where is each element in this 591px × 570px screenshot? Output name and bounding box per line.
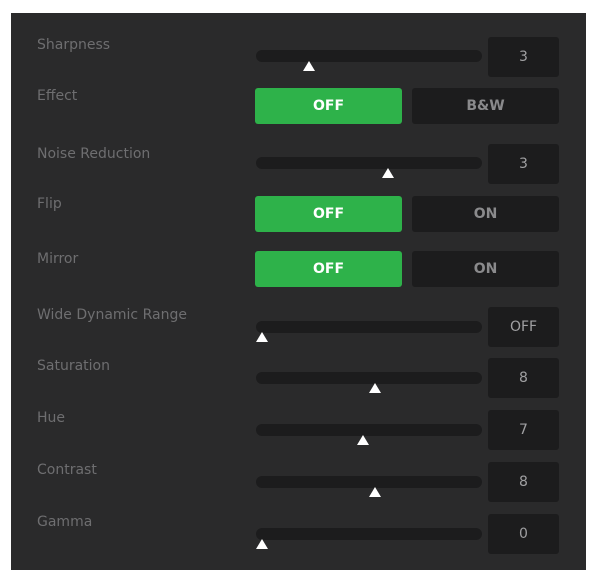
effect-off-button[interactable]: OFF [255,88,402,124]
effect-row: Effect OFF B&W [11,88,586,128]
hue-label: Hue [37,410,66,426]
flip-label: Flip [37,196,62,212]
sharpness-slider-track[interactable] [256,50,482,62]
wide-dynamic-range-row: Wide Dynamic Range OFF [11,307,586,347]
sharpness-slider-thumb[interactable] [303,61,316,71]
wide-dynamic-range-label: Wide Dynamic Range [37,307,187,323]
saturation-slider-thumb[interactable] [369,383,382,393]
hue-row: Hue 7 [11,410,586,450]
gamma-value[interactable]: 0 [488,514,559,554]
noise-reduction-row: Noise Reduction 3 [11,144,586,186]
mirror-off-button[interactable]: OFF [255,251,402,287]
noise-reduction-slider-track[interactable] [256,157,482,169]
noise-reduction-label: Noise Reduction [37,146,151,162]
saturation-row: Saturation 8 [11,358,586,398]
gamma-slider-thumb[interactable] [256,539,268,549]
wide-dynamic-range-slider-track[interactable] [256,321,482,333]
camera-settings-panel: Sharpness 3 Effect OFF B&W Noise Reducti… [11,13,586,570]
noise-reduction-value[interactable]: 3 [488,144,559,184]
noise-reduction-slider-thumb[interactable] [382,168,395,178]
gamma-row: Gamma 0 [11,514,586,554]
sharpness-row: Sharpness 3 [11,37,586,77]
contrast-row: Contrast 8 [11,462,586,502]
flip-off-button[interactable]: OFF [255,196,402,232]
saturation-label: Saturation [37,358,110,374]
effect-label: Effect [37,88,78,104]
flip-on-button[interactable]: ON [412,196,559,232]
contrast-slider-thumb[interactable] [369,487,382,497]
effect-bw-button[interactable]: B&W [412,88,559,124]
wide-dynamic-range-slider-thumb[interactable] [256,332,268,342]
saturation-value[interactable]: 8 [488,358,559,398]
hue-slider-thumb[interactable] [356,435,369,445]
sharpness-value[interactable]: 3 [488,37,559,77]
gamma-label: Gamma [37,514,93,530]
mirror-on-button[interactable]: ON [412,251,559,287]
contrast-label: Contrast [37,462,97,478]
mirror-row: Mirror OFF ON [11,251,586,291]
wide-dynamic-range-value[interactable]: OFF [488,307,559,347]
flip-row: Flip OFF ON [11,196,586,236]
sharpness-label: Sharpness [37,37,111,53]
gamma-slider-track[interactable] [256,528,482,540]
hue-slider-track[interactable] [256,424,482,436]
hue-value[interactable]: 7 [488,410,559,450]
mirror-label: Mirror [37,251,79,267]
contrast-value[interactable]: 8 [488,462,559,502]
